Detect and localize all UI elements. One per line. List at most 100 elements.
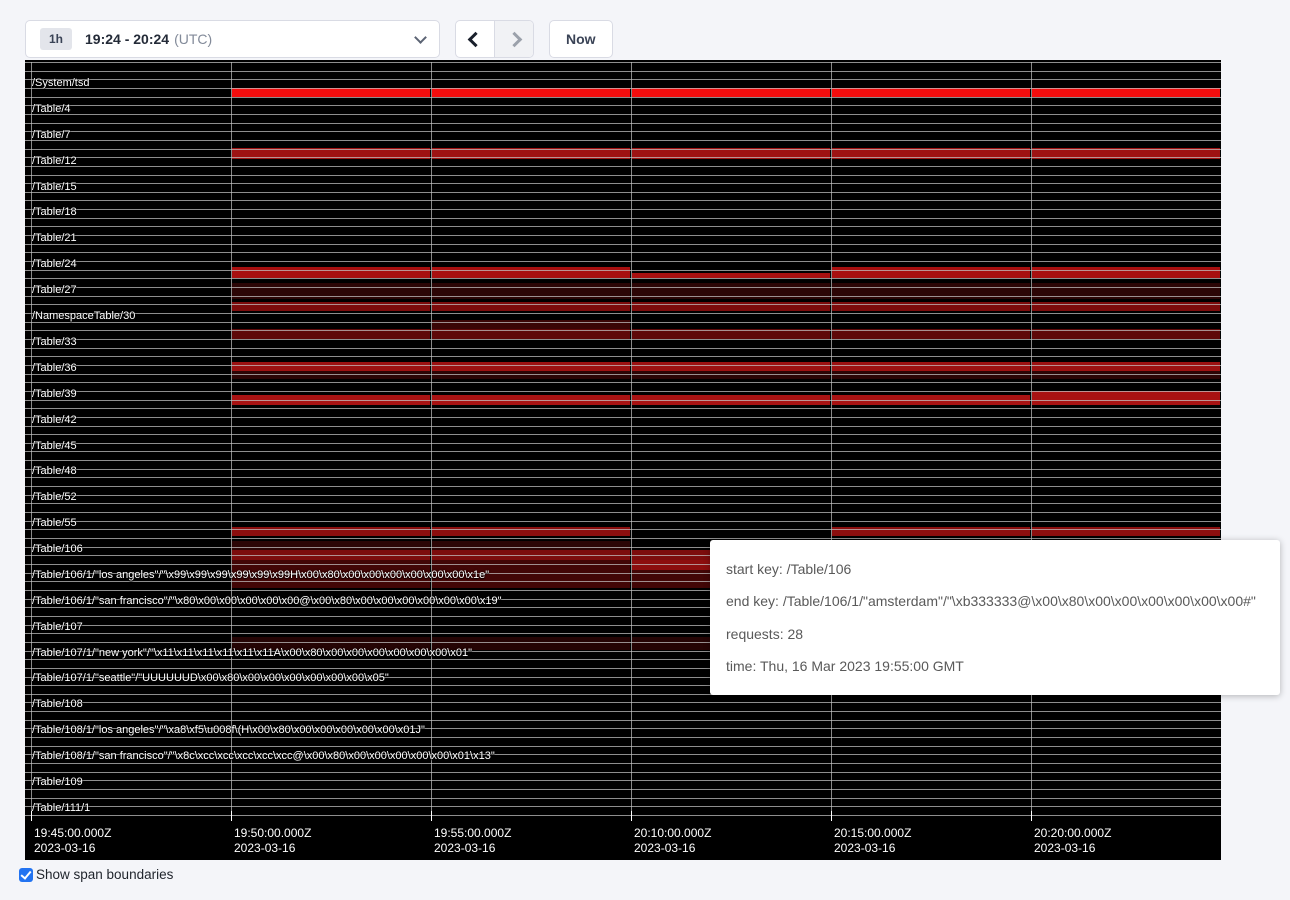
row-label: /Table/33 bbox=[32, 336, 77, 348]
chevron-down-icon bbox=[414, 31, 427, 44]
prev-interval-button[interactable] bbox=[456, 21, 495, 57]
heat-band-segment[interactable] bbox=[832, 88, 1030, 97]
time-range-select[interactable]: 1h 19:24 - 20:24 (UTC) bbox=[25, 20, 440, 58]
tooltip-time: time: Thu, 16 Mar 2023 19:55:00 GMT bbox=[726, 658, 1264, 674]
span-boundary-line bbox=[25, 62, 1221, 63]
range-duration-badge: 1h bbox=[40, 28, 72, 50]
axis-label: 20:15:00.000Z2023-03-16 bbox=[834, 826, 911, 856]
chevron-left-icon bbox=[467, 31, 483, 47]
heat-band-segment[interactable] bbox=[232, 88, 430, 97]
span-boundary-line bbox=[25, 538, 1221, 539]
span-boundary-line bbox=[25, 772, 1221, 773]
span-boundary-line bbox=[25, 529, 1221, 530]
now-button[interactable]: Now bbox=[549, 20, 613, 58]
span-boundary-line bbox=[25, 339, 1221, 340]
row-label: /Table/109 bbox=[32, 776, 83, 788]
span-boundary-line bbox=[25, 408, 1221, 409]
row-label: /Table/12 bbox=[32, 155, 77, 167]
row-label: /System/tsd bbox=[32, 77, 89, 89]
heat-band-segment[interactable] bbox=[832, 362, 1030, 371]
span-boundary-line bbox=[25, 209, 1221, 210]
next-interval-button[interactable] bbox=[495, 21, 533, 57]
span-boundary-line bbox=[25, 495, 1221, 496]
show-span-boundaries-checkbox[interactable] bbox=[19, 868, 33, 882]
span-boundary-line bbox=[25, 313, 1221, 314]
row-label: /Table/106 bbox=[32, 543, 83, 555]
row-label: /Table/48 bbox=[32, 465, 77, 477]
span-boundary-line bbox=[25, 140, 1221, 141]
span-boundary-line bbox=[25, 71, 1221, 72]
span-boundary-line bbox=[25, 737, 1221, 738]
row-label: /NamespaceTable/30 bbox=[32, 310, 135, 322]
row-label: /Table/106/1/"los angeles"/"\x99\x99\x99… bbox=[32, 569, 489, 581]
heat-band-segment[interactable] bbox=[1032, 371, 1220, 379]
heat-band-segment[interactable] bbox=[432, 541, 630, 550]
span-boundary-line bbox=[25, 417, 1221, 418]
axis-label: 19:45:00.000Z2023-03-16 bbox=[34, 826, 111, 856]
span-boundary-line bbox=[25, 426, 1221, 427]
span-boundary-line bbox=[25, 512, 1221, 513]
span-boundary-line bbox=[25, 391, 1221, 392]
axis-tick bbox=[631, 811, 632, 821]
row-label: /Table/108/1/"los angeles"/"\xa8\xf5\u00… bbox=[32, 724, 425, 736]
heat-band-segment[interactable] bbox=[232, 541, 430, 550]
span-boundary-line bbox=[25, 123, 1221, 124]
axis-tick bbox=[1031, 811, 1032, 821]
span-boundary-line bbox=[25, 503, 1221, 504]
span-boundary-line bbox=[25, 400, 1221, 401]
span-boundary-line bbox=[25, 720, 1221, 721]
heat-band-segment[interactable] bbox=[1032, 88, 1220, 97]
row-label: /Table/24 bbox=[32, 258, 77, 270]
axis-label: 19:55:00.000Z2023-03-16 bbox=[434, 826, 511, 856]
toolbar: 1h 19:24 - 20:24 (UTC) Now bbox=[25, 20, 613, 58]
heat-band-segment[interactable] bbox=[432, 88, 630, 97]
span-boundary-line bbox=[25, 356, 1221, 357]
heat-band-segment[interactable] bbox=[632, 88, 830, 97]
heat-band-segment[interactable] bbox=[432, 362, 630, 371]
row-label: /Table/18 bbox=[32, 206, 77, 218]
span-boundary-line bbox=[25, 261, 1221, 262]
heat-band-segment[interactable] bbox=[232, 267, 430, 278]
span-boundary-line bbox=[25, 226, 1221, 227]
row-label: /Table/108 bbox=[32, 698, 83, 710]
heat-band-segment[interactable] bbox=[632, 371, 830, 379]
heat-band-segment[interactable] bbox=[232, 362, 430, 371]
heat-band-segment[interactable] bbox=[432, 371, 630, 379]
heat-band-segment[interactable] bbox=[1032, 362, 1220, 371]
tooltip-end-key: end key: /Table/106/1/"amsterdam"/"\xb33… bbox=[726, 593, 1264, 609]
span-boundary-line bbox=[25, 200, 1221, 201]
key-visualizer-canvas[interactable]: /System/tsd/Table/4/Table/7/Table/12/Tab… bbox=[25, 60, 1221, 860]
row-label: /Table/21 bbox=[32, 232, 77, 244]
tooltip-start-key: start key: /Table/106 bbox=[726, 561, 1264, 577]
axis-tick bbox=[231, 811, 232, 821]
heat-band-segment[interactable] bbox=[832, 267, 1030, 278]
axis-label: 20:10:00.000Z2023-03-16 bbox=[634, 826, 711, 856]
heat-band-segment[interactable] bbox=[632, 362, 830, 371]
span-boundary-line bbox=[25, 780, 1221, 781]
heat-band-segment[interactable] bbox=[232, 371, 430, 379]
span-boundary-line bbox=[25, 382, 1221, 383]
row-label: /Table/15 bbox=[32, 181, 77, 193]
row-label: /Table/106/1/"san francisco"/"\x80\x00\x… bbox=[32, 595, 502, 607]
row-label: /Table/52 bbox=[32, 491, 77, 503]
span-boundary-line bbox=[25, 789, 1221, 790]
span-boundary-line bbox=[25, 746, 1221, 747]
axis-tick bbox=[31, 811, 32, 821]
span-boundary-line bbox=[25, 374, 1221, 375]
span-boundary-line bbox=[25, 348, 1221, 349]
span-boundary-line bbox=[25, 322, 1221, 323]
span-boundary-line bbox=[25, 451, 1221, 452]
heat-band-segment[interactable] bbox=[432, 267, 630, 278]
span-boundary-line bbox=[25, 296, 1221, 297]
span-boundary-line bbox=[25, 711, 1221, 712]
span-boundary-line bbox=[25, 443, 1221, 444]
axis-tick bbox=[431, 811, 432, 821]
heat-band-segment[interactable] bbox=[1032, 267, 1220, 278]
span-boundary-line bbox=[25, 235, 1221, 236]
span-boundary-line bbox=[25, 434, 1221, 435]
span-boundary-line bbox=[25, 183, 1221, 184]
heat-band-segment[interactable] bbox=[832, 371, 1030, 379]
span-boundary-line bbox=[25, 304, 1221, 305]
span-boundary-line bbox=[25, 252, 1221, 253]
row-label: /Table/36 bbox=[32, 362, 77, 374]
